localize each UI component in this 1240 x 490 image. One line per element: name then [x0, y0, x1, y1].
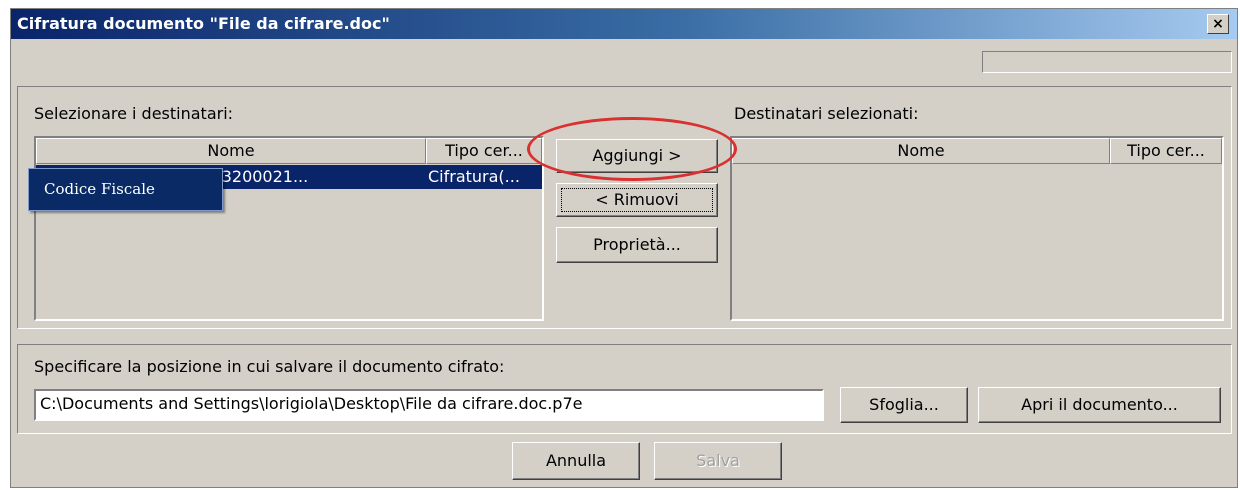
column-header-name[interactable]: Nome: [36, 138, 426, 164]
highlight-ring: [527, 117, 737, 181]
close-icon: ×: [1212, 16, 1224, 32]
focus-ring: [561, 188, 713, 212]
browse-button-label: Sfoglia...: [869, 395, 939, 414]
title-bar[interactable]: Cifratura documento "File da cifrare.doc…: [11, 9, 1237, 39]
close-button[interactable]: ×: [1207, 14, 1229, 34]
column-header-name[interactable]: Nome: [732, 138, 1110, 164]
remove-recipient-button[interactable]: < Rimuovi: [556, 183, 718, 217]
properties-button[interactable]: Proprietà...: [556, 227, 718, 263]
cancel-button[interactable]: Annulla: [512, 442, 640, 480]
available-recipients-list[interactable]: Nome Tipo cer... IT:RSSMRA75E/7420063200…: [34, 136, 544, 321]
properties-button-label: Proprietà...: [593, 235, 681, 254]
recipient-cert-type-cell: Cifratura(...: [428, 167, 520, 186]
selected-recipients-list[interactable]: Nome Tipo cer...: [730, 136, 1224, 321]
column-header-cert-type[interactable]: Tipo cer...: [426, 138, 542, 164]
save-button-label: Salva: [696, 451, 740, 470]
selected-recipients-label: Destinatari selezionati:: [734, 104, 919, 123]
progress-field: [982, 51, 1232, 73]
fiscal-code-tooltip: Codice Fiscale: [28, 168, 223, 211]
save-button[interactable]: Salva: [654, 442, 782, 480]
dialog-title: Cifratura documento "File da cifrare.doc…: [17, 14, 390, 33]
browse-button[interactable]: Sfoglia...: [840, 387, 968, 423]
save-location-group: Specificare la posizione in cui salvare …: [17, 344, 1232, 434]
column-header-cert-type[interactable]: Tipo cer...: [1110, 138, 1222, 164]
cancel-button-label: Annulla: [545, 451, 607, 470]
save-path-field[interactable]: C:\Documents and Settings\lorigiola\Desk…: [34, 389, 824, 421]
open-document-button[interactable]: Apri il documento...: [978, 387, 1221, 423]
open-document-button-label: Apri il documento...: [1021, 395, 1178, 414]
encrypt-dialog: Cifratura documento "File da cifrare.doc…: [10, 8, 1238, 488]
available-recipients-label: Selezionare i destinatari:: [34, 104, 234, 123]
save-location-label: Specificare la posizione in cui salvare …: [34, 357, 505, 376]
